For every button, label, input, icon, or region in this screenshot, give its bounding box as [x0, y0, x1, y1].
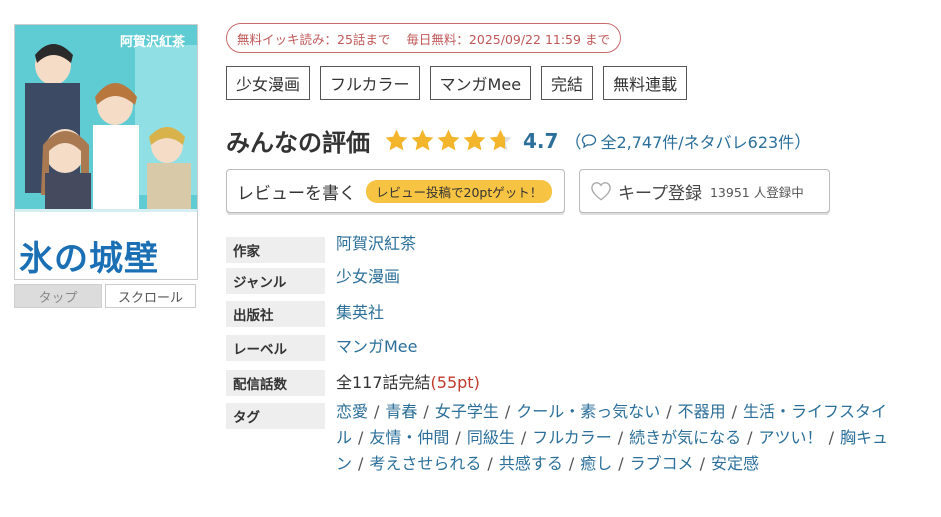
tag-link[interactable]: 共感する — [499, 454, 563, 473]
info-label: レーベル — [226, 335, 325, 361]
speech-bubble-icon — [582, 133, 597, 148]
star-icon — [411, 129, 434, 151]
tag-button[interactable]: 完結 — [541, 66, 594, 100]
tag-separator: / — [618, 454, 624, 473]
free-daily-text: 毎日無料：2025/09/22 11:59 まで — [406, 31, 610, 47]
tag-link[interactable]: 友情・仲間 — [369, 428, 449, 447]
tag-link[interactable]: 癒し — [580, 454, 612, 473]
genre-link[interactable]: 少女漫画 — [336, 264, 400, 294]
tag-link[interactable]: フルカラー — [532, 428, 612, 447]
star-icon — [385, 129, 408, 151]
tag-separator: / — [455, 428, 461, 447]
genre-tag-row: 少女漫画 フルカラー マンガMee 完結 無料連載 — [226, 66, 688, 100]
tag-link[interactable]: 同級生 — [467, 428, 515, 447]
write-review-label: レビューを書く — [237, 183, 356, 204]
tag-separator: / — [358, 454, 364, 473]
tag-link-list: 恋愛 / 青春 / 女子学生 / クール・素っ気ない / 不器用 / 生活・ライフスタイル / 友情・仲… — [336, 399, 896, 477]
review-count-text: 全2,747件/ネタバレ623件 — [600, 132, 795, 152]
info-row-publisher: 出版社 集英社 — [226, 301, 384, 327]
info-label: ジャンル — [226, 268, 325, 294]
tag-separator: / — [487, 454, 493, 473]
tag-link[interactable]: クール・素っ気ない — [516, 402, 660, 421]
episodes-text: 全117話完結 — [336, 373, 431, 392]
info-label: タグ — [226, 403, 325, 429]
tag-link[interactable]: 続きが気になる — [629, 428, 741, 447]
scroll-view-button[interactable]: スクロール — [105, 284, 196, 308]
tag-link[interactable]: 考えさせられる — [369, 454, 481, 473]
tag-button[interactable]: フルカラー — [320, 66, 420, 100]
info-label: 出版社 — [226, 301, 325, 327]
tag-button[interactable]: 無料連載 — [603, 66, 688, 100]
tag-separator: / — [568, 454, 575, 473]
info-label: 配信話数 — [226, 370, 325, 396]
tag-separator: / — [358, 428, 364, 447]
free-reading-badge: 無料イッキ読み：25話まで 毎日無料：2025/09/22 11:59 まで — [226, 23, 621, 53]
tag-separator: / — [504, 402, 511, 421]
tag-separator: / — [731, 402, 738, 421]
tag-separator: / — [699, 454, 706, 473]
tag-link[interactable]: 恋愛 — [336, 402, 368, 421]
star-rating — [384, 128, 513, 153]
keep-count: 13951 人登録中 — [709, 184, 804, 200]
tag-link[interactable]: 不器用 — [678, 402, 726, 421]
keep-register-button[interactable]: キープ登録 13951 人登録中 — [579, 169, 830, 213]
write-review-button[interactable]: レビューを書く レビュー投稿で20ptゲット！ — [226, 169, 565, 213]
info-row-label: レーベル マンガMee — [226, 335, 418, 361]
info-row-author: 作家 阿賀沢紅茶 — [226, 234, 416, 263]
tag-link[interactable]: アツい！ — [759, 428, 823, 447]
tag-link[interactable]: 女子学生 — [435, 402, 499, 421]
tag-link[interactable]: ラブコメ — [630, 454, 694, 473]
tag-link[interactable]: 青春 — [385, 402, 417, 421]
cover-logo: 氷の城壁 — [19, 239, 159, 279]
cover-author-text: 阿賀沢紅茶 — [119, 35, 185, 50]
tap-view-button[interactable]: タップ — [14, 284, 102, 308]
review-count-link[interactable]: 全2,747件/ネタバレ623件 — [581, 129, 794, 153]
info-label: 作家 — [226, 237, 325, 263]
tag-button[interactable]: マンガMee — [429, 66, 532, 100]
tag-separator: / — [423, 402, 429, 421]
half-star-icon — [489, 129, 512, 151]
rating-title: みんなの評価 — [226, 129, 370, 157]
tag-separator: / — [617, 428, 624, 447]
star-icon — [437, 129, 460, 151]
author-link[interactable]: 阿賀沢紅茶 — [336, 231, 416, 263]
review-reward-badge: レビュー投稿で20ptゲット！ — [366, 179, 553, 203]
info-row-genre: ジャンル 少女漫画 — [226, 267, 400, 294]
tag-separator: / — [374, 402, 380, 421]
price-text: (55pt) — [430, 373, 480, 392]
rating-score: 4.7 — [523, 128, 559, 153]
comic-cover-image[interactable]: 阿賀沢紅茶 氷の城壁 — [14, 24, 198, 280]
tag-separator: / — [747, 428, 753, 447]
publisher-link[interactable]: 集英社 — [336, 300, 384, 327]
tag-separator: / — [520, 428, 527, 447]
paren-open: （ — [564, 133, 582, 153]
star-icon — [463, 129, 486, 151]
info-row-episodes: 配信話数 全117話完結(55pt) — [226, 370, 480, 396]
keep-register-label: キープ登録 — [618, 183, 702, 204]
tag-separator: / — [666, 402, 672, 421]
tag-button[interactable]: 少女漫画 — [226, 66, 311, 100]
rating-row: みんなの評価 4.7 （ 全2,747件/ネタバレ623件 ） — [226, 123, 811, 158]
tag-link[interactable]: 安定感 — [711, 454, 759, 473]
tag-separator: / — [828, 428, 834, 447]
info-row-tags: タグ 恋愛 / 青春 / 女子学生 / クール・素っ気ない / 不器用 / 生活・ライフスタイル / 友… — [226, 402, 896, 477]
heart-icon — [591, 182, 611, 201]
paren-close: ） — [794, 133, 812, 153]
label-link[interactable]: マンガMee — [336, 334, 418, 361]
episodes-value: 全117話完結(55pt) — [336, 370, 480, 396]
free-ikki-text: 無料イッキ読み：25話まで — [237, 31, 391, 47]
